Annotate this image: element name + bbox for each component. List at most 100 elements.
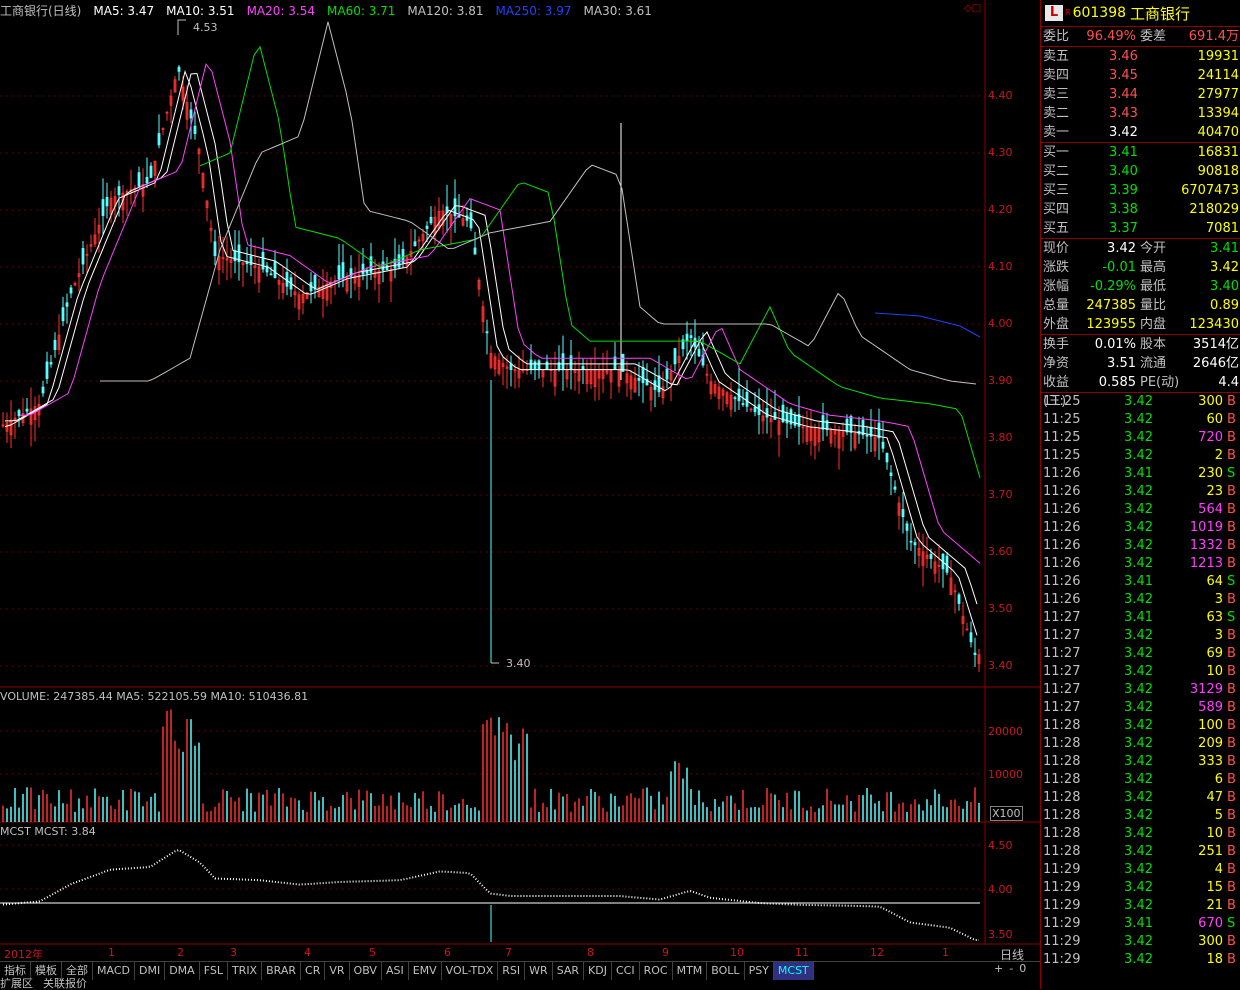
fin-row: 换手 0.01% 股本 3514亿 xyxy=(1041,335,1240,354)
tick-price: 3.42 xyxy=(1124,934,1153,949)
book-volume: 40470 xyxy=(1197,125,1239,140)
zoom-controls[interactable]: + -0 xyxy=(994,962,1026,975)
field-label: 股本 xyxy=(1140,337,1167,352)
kline-chart-canvas[interactable] xyxy=(0,0,1040,989)
mcst-axis-label: 3.50 xyxy=(988,928,1013,941)
tab-fsl[interactable]: FSL xyxy=(200,962,228,980)
tick-price: 3.42 xyxy=(1124,862,1153,877)
candle-body xyxy=(361,263,365,275)
tick-volume: 670 xyxy=(1198,916,1223,931)
tab-wr[interactable]: WR xyxy=(525,962,553,980)
zoom-in-button[interactable]: + xyxy=(994,962,1003,975)
stock-code: 601398 xyxy=(1072,5,1127,21)
tab-asi[interactable]: ASI xyxy=(382,962,409,980)
tab-brar[interactable]: BRAR xyxy=(262,962,302,980)
tick-price: 3.41 xyxy=(1124,466,1153,481)
tab-mtm[interactable]: MTM xyxy=(673,962,708,980)
x-axis-label: 6 xyxy=(444,946,451,959)
tick-volume: 564 xyxy=(1198,502,1223,517)
tick-price: 3.42 xyxy=(1124,628,1153,643)
tick-row: 11:26 3.42 3 B xyxy=(1041,591,1240,609)
tab-rsi[interactable]: RSI xyxy=(498,962,526,980)
candle-body xyxy=(17,409,21,417)
mcst-axis-label: 4.50 xyxy=(988,839,1013,852)
field-value: 3.42 xyxy=(1210,260,1239,275)
tab-emv[interactable]: EMV xyxy=(409,962,442,980)
tick-price: 3.42 xyxy=(1124,772,1153,787)
ma-legend-0: MA5: 3.47 xyxy=(93,4,155,18)
tab-boll[interactable]: BOLL xyxy=(707,962,745,980)
stock-name: 工商银行 xyxy=(1130,4,1191,23)
field-value: 0.585 xyxy=(1098,375,1136,390)
tab-cr[interactable]: CR xyxy=(301,962,326,980)
x-axis-label: 4 xyxy=(304,946,311,959)
tab-sar[interactable]: SAR xyxy=(553,962,585,980)
tick-list[interactable]: 11:25 3.42 300 B 11:25 3.42 60 B 11:25 3.4… xyxy=(1041,393,1240,969)
window-controls[interactable]: ◇□ xyxy=(964,3,981,14)
book-price: 3.39 xyxy=(1109,183,1138,198)
candle-body xyxy=(901,509,905,518)
zoom-out-button[interactable]: - xyxy=(1009,962,1013,975)
kline-chart-area[interactable]: 工商银行(日线) MA5: 3.47 MA10: 3.51 MA20: 3.54 MA6… xyxy=(0,0,1040,989)
tick-time: 11:28 xyxy=(1043,772,1081,787)
tab-cci[interactable]: CCI xyxy=(612,962,640,980)
tick-price: 3.42 xyxy=(1124,952,1153,967)
candle-body xyxy=(733,397,737,400)
tick-row: 11:29 3.42 21 B xyxy=(1041,897,1240,915)
tick-row: 11:29 3.42 4 B xyxy=(1041,861,1240,879)
tick-price: 3.42 xyxy=(1124,412,1153,427)
tab-dmi[interactable]: DMI xyxy=(135,962,166,980)
x-axis-label: 10 xyxy=(730,946,744,959)
zoom-reset-button[interactable]: 0 xyxy=(1019,962,1026,975)
field-value: 123430 xyxy=(1189,317,1239,332)
tick-price: 3.42 xyxy=(1124,664,1153,679)
candle-body xyxy=(905,523,909,531)
book-level-label: 卖三 xyxy=(1043,87,1070,102)
tick-direction: B xyxy=(1227,484,1236,499)
tab-mcst[interactable]: MCST xyxy=(773,962,814,980)
candle-body xyxy=(773,412,777,420)
bid-row: 买五 3.37 7081 xyxy=(1041,219,1240,238)
ask-book: 卖五 3.46 19931 卖四 3.45 24114 卖三 3.44 27977 卖… xyxy=(1041,47,1240,143)
quote-row: 涨幅 -0.29% 最低 3.40 xyxy=(1041,277,1240,296)
tick-volume: 3 xyxy=(1214,592,1223,607)
bottom-tab-1[interactable]: 关联报价 xyxy=(43,978,87,989)
x-axis-label: 11 xyxy=(795,946,809,959)
bid-row: 买四 3.38 218029 xyxy=(1041,200,1240,219)
tick-row: 11:29 3.42 15 B xyxy=(1041,879,1240,897)
tick-volume: 69 xyxy=(1206,646,1223,661)
field-label: 净资 xyxy=(1043,356,1070,371)
bottom-tab-0[interactable]: 扩展区 xyxy=(0,978,33,989)
ask-row: 卖二 3.43 13394 xyxy=(1041,104,1240,123)
bid-row: 买三 3.39 6707473 xyxy=(1041,181,1240,200)
chart-title: 工商银行(日线) xyxy=(0,4,82,18)
chart-header: 工商银行(日线) MA5: 3.47 MA10: 3.51 MA20: 3.54 MA6… xyxy=(0,2,664,19)
weibi-value: 96.49% xyxy=(1086,29,1136,44)
tick-time: 11:29 xyxy=(1043,952,1081,967)
tab-vol-tdx[interactable]: VOL-TDX xyxy=(442,962,499,980)
x-axis-label: 2012年 xyxy=(4,948,43,961)
tick-row: 11:28 3.42 6 B xyxy=(1041,771,1240,789)
weicha-value: 691.4万 xyxy=(1188,29,1239,44)
tick-time: 11:28 xyxy=(1043,718,1081,733)
tick-row: 11:27 3.41 63 S xyxy=(1041,609,1240,627)
x-axis-label: 7 xyxy=(505,946,512,959)
tab-kdj[interactable]: KDJ xyxy=(584,962,612,980)
tab-obv[interactable]: OBV xyxy=(350,962,382,980)
tick-price: 3.41 xyxy=(1124,916,1153,931)
field-label: 现价 xyxy=(1043,241,1070,256)
candle-body xyxy=(929,553,933,559)
tick-price: 3.42 xyxy=(1124,502,1153,517)
tick-direction: B xyxy=(1227,790,1236,805)
candle-body xyxy=(189,109,193,119)
tab-trix[interactable]: TRIX xyxy=(228,962,263,980)
tick-time: 11:28 xyxy=(1043,736,1081,751)
tick-direction: B xyxy=(1227,898,1236,913)
tab-roc[interactable]: ROC xyxy=(640,962,673,980)
tab-psy[interactable]: PSY xyxy=(745,962,774,980)
tab-dma[interactable]: DMA xyxy=(165,962,200,980)
tab-macd[interactable]: MACD xyxy=(93,962,135,980)
tick-direction: B xyxy=(1227,736,1236,751)
book-price: 3.40 xyxy=(1109,164,1138,179)
tab-vr[interactable]: VR xyxy=(325,962,350,980)
